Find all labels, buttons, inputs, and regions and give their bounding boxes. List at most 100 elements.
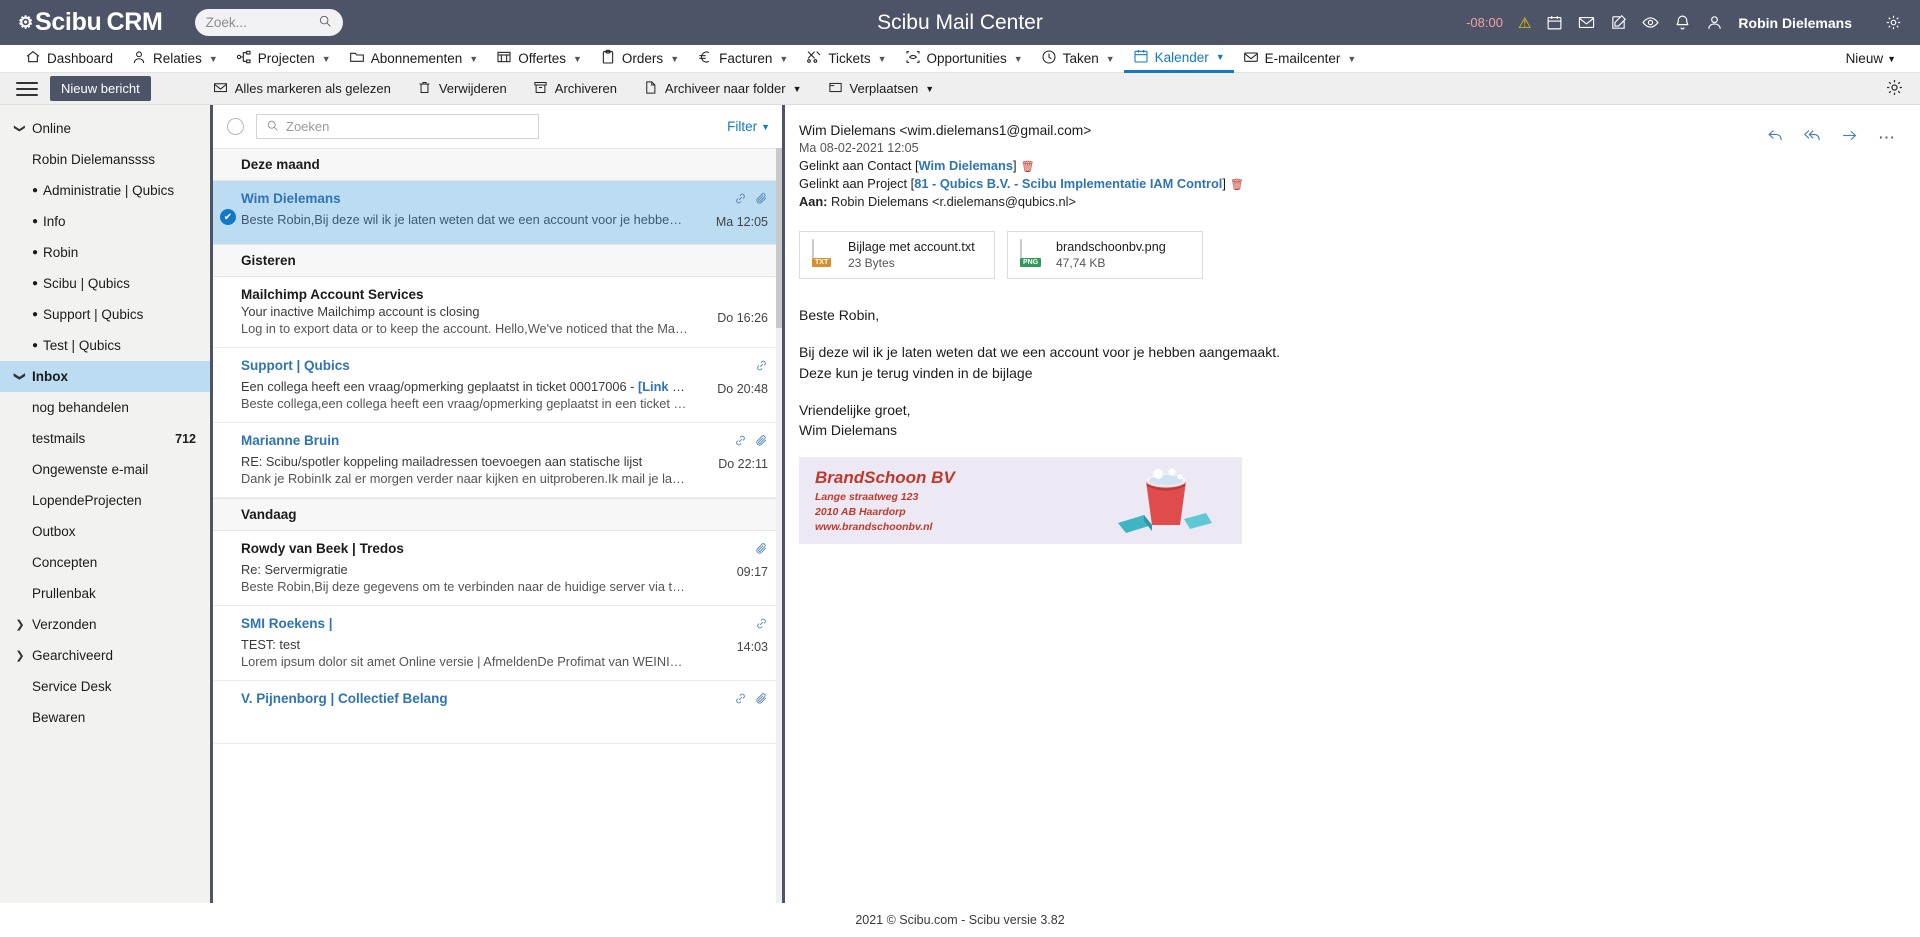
sidebar-item-info[interactable]: ● Info: [0, 206, 210, 237]
message-date: Ma 08-02-2021 12:05: [799, 141, 919, 155]
linked-project-link[interactable]: 81 - Qubics B.V. - Scibu Implementatie I…: [914, 176, 1222, 191]
filter-button[interactable]: Filter ▼: [727, 119, 770, 134]
global-search-input[interactable]: Zoek...: [194, 9, 343, 36]
mail-list-item[interactable]: Rowdy van Beek | Tredos 09:17 Re: Servermi…: [213, 531, 782, 606]
paperclip-icon[interactable]: [755, 434, 768, 452]
sidebar-item-nog-behandelen[interactable]: nog behandelen: [0, 392, 210, 423]
nav-offertes[interactable]: Offertes ▼: [487, 45, 591, 73]
mail-list-item[interactable]: Support | Qubics Do 20:48 Een collega heef…: [213, 348, 782, 423]
nav-nieuw-button[interactable]: Nieuw ▼: [1846, 51, 1904, 66]
reply-icon[interactable]: [1767, 127, 1784, 149]
settings-gear-icon[interactable]: [1885, 78, 1904, 100]
mail-sender: Wim Dielemans: [241, 191, 341, 206]
signature-company: BrandSchoon BV: [815, 468, 955, 488]
paperclip-icon[interactable]: [755, 192, 768, 210]
sidebar-item-robin[interactable]: ● Robin: [0, 237, 210, 268]
mail-list-item[interactable]: ✔ Wim Dielemans Ma 12:05 Beste Robin,Bij de…: [213, 181, 782, 244]
chevron-down-icon: ▼: [573, 53, 582, 64]
link-icon[interactable]: [734, 192, 747, 210]
mail-list-item[interactable]: V. Pijnenborg | Collectief Belang: [213, 681, 782, 744]
attachment-item[interactable]: TXT Bijlage met account.txt 23 Bytes: [799, 231, 995, 279]
unlink-project-trash-icon[interactable]: 🗑: [1230, 179, 1244, 191]
link-icon[interactable]: [734, 434, 747, 452]
new-message-button[interactable]: Nieuw bericht: [50, 76, 151, 101]
menu-toggle-icon[interactable]: [16, 81, 38, 96]
bullet-icon: ●: [32, 185, 39, 196]
nav-orders[interactable]: Orders ▼: [591, 45, 688, 73]
paperclip-icon[interactable]: [755, 542, 768, 560]
attachment-name: Bijlage met account.txt: [848, 240, 975, 254]
mail-subject: Een collega heeft een vraag/opmerking ge…: [241, 379, 768, 394]
warning-icon[interactable]: ⚠: [1518, 14, 1531, 32]
sidebar-item-lopendeprojecten[interactable]: LopendeProjecten: [0, 485, 210, 516]
sidebar-item-inbox[interactable]: ❯ Inbox: [0, 361, 210, 392]
logo-gear-icon: ⚙: [18, 12, 33, 32]
archive-button[interactable]: Archiveren: [533, 80, 617, 98]
sidebar-item-bewaren[interactable]: Bewaren: [0, 702, 210, 733]
calendar-icon[interactable]: [1546, 14, 1563, 31]
nav-projecten[interactable]: Projecten ▼: [227, 45, 340, 73]
compose-icon[interactable]: [1610, 14, 1627, 31]
bell-icon[interactable]: [1674, 14, 1691, 31]
attachment-name: brandschoonbv.png: [1056, 240, 1166, 254]
mail-list-scroll[interactable]: Deze maand ✔ Wim Dielemans Ma 12:05 Beste Ro…: [213, 148, 782, 903]
more-options-icon[interactable]: ⋯: [1878, 128, 1896, 148]
eye-icon[interactable]: [1642, 14, 1660, 31]
mail-preview: Lorem ipsum dolor sit amet Online versie…: [241, 654, 768, 669]
sidebar-item-ongewenste-e-mail[interactable]: Ongewenste e-mail: [0, 454, 210, 485]
sidebar-item-testmails[interactable]: testmails 712: [0, 423, 210, 454]
nav-dashboard[interactable]: Dashboard: [16, 45, 122, 73]
current-user-name[interactable]: Robin Dielemans: [1738, 15, 1852, 31]
mail-list-item[interactable]: Marianne Bruin Do 22:11 RE: Scibu/spotler …: [213, 423, 782, 498]
avatar-icon[interactable]: [1706, 14, 1723, 31]
unlink-contact-trash-icon[interactable]: 🗑: [1021, 161, 1035, 173]
mail-search-input[interactable]: Zoeken: [256, 114, 539, 139]
mail-icon[interactable]: [1578, 14, 1595, 31]
sidebar-item-concepten[interactable]: Concepten: [0, 547, 210, 578]
nav-opportunities[interactable]: Opportunities ▼: [896, 45, 1032, 73]
mail-list-item[interactable]: Mailchimp Account Services Do 16:26 Your i…: [213, 277, 782, 348]
nav-relaties[interactable]: Relaties ▼: [122, 45, 227, 73]
linked-contact-prefix: Gelinkt aan Contact [: [799, 158, 919, 173]
mark-all-read-button[interactable]: Alles markeren als gelezen: [213, 80, 391, 98]
mail-selected-check-icon[interactable]: ✔: [220, 209, 236, 225]
delete-button[interactable]: Verwijderen: [417, 80, 507, 98]
move-button[interactable]: Verplaatsen ▼: [828, 80, 934, 98]
nav-kalender[interactable]: Kalender ▼: [1123, 45, 1234, 73]
sidebar-item-scibu-qubics[interactable]: ● Scibu | Qubics: [0, 268, 210, 299]
nav-taken[interactable]: Taken ▼: [1032, 45, 1124, 73]
reply-all-icon[interactable]: [1803, 127, 1821, 149]
select-all-radio[interactable]: [227, 118, 244, 135]
link-icon[interactable]: [734, 692, 747, 710]
attachment-item[interactable]: PNG brandschoonbv.png 47,74 KB: [1007, 231, 1203, 279]
link-icon[interactable]: [755, 617, 768, 635]
mail-subject-text: Een collega heeft een vraag/opmerking ge…: [241, 379, 638, 394]
sidebar-item-prullenbak[interactable]: Prullenbak: [0, 578, 210, 609]
sidebar-item-service-desk[interactable]: Service Desk: [0, 671, 210, 702]
link-icon[interactable]: [755, 359, 768, 377]
target-icon: [905, 49, 921, 68]
nav-tickets[interactable]: Tickets ▼: [797, 45, 895, 73]
gear-icon[interactable]: [1885, 14, 1902, 31]
archive-to-folder-button[interactable]: Archiveer naar folder ▼: [643, 80, 802, 98]
sidebar-item-online[interactable]: ❯ Online: [0, 113, 210, 144]
sidebar-item-robin-dielemanssss[interactable]: Robin Dielemanssss: [0, 144, 210, 175]
paperclip-icon[interactable]: [755, 692, 768, 710]
app-logo[interactable]: ⚙ Scibu CRM: [18, 8, 163, 37]
sidebar-item-test-qubics[interactable]: ● Test | Qubics: [0, 330, 210, 361]
sidebar-item-label: LopendeProjecten: [32, 493, 142, 508]
sidebar-item-gearchiveerd[interactable]: ❯ Gearchiveerd: [0, 640, 210, 671]
bucket-sponge-illustration: [1118, 468, 1212, 534]
nav-emailcenter[interactable]: E-mailcenter ▼: [1234, 45, 1366, 73]
sidebar-item-administratie-qubics[interactable]: ● Administratie | Qubics: [0, 175, 210, 206]
nav-facturen[interactable]: Facturen ▼: [688, 45, 797, 73]
sidebar-item-verzonden[interactable]: ❯ Verzonden: [0, 609, 210, 640]
forward-icon[interactable]: [1841, 127, 1858, 149]
linked-contact-link[interactable]: Wim Dielemans: [919, 158, 1013, 173]
mail-list-item[interactable]: SMI Roekens | 14:03 TEST: test Lorem ipsum …: [213, 606, 782, 681]
mail-icon: [1243, 49, 1259, 68]
mail-preview: Beste Robin,Bij deze wil ik je laten wet…: [241, 212, 768, 227]
nav-abonnementen[interactable]: Abonnementen ▼: [340, 45, 488, 73]
sidebar-item-support-qubics[interactable]: ● Support | Qubics: [0, 299, 210, 330]
sidebar-item-outbox[interactable]: Outbox: [0, 516, 210, 547]
